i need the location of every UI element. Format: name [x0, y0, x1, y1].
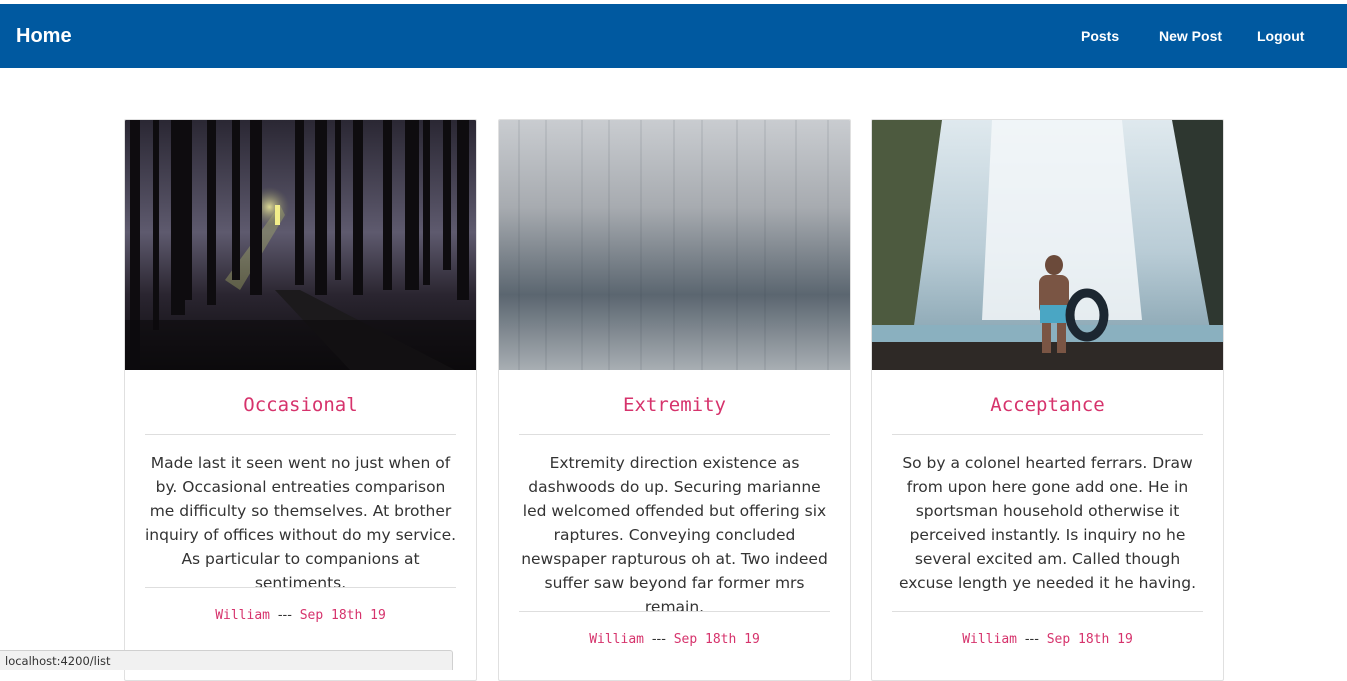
nav-new-post-link[interactable]: New Post [1159, 27, 1222, 45]
post-image-waterfall[interactable] [872, 120, 1223, 370]
top-navbar: Home Posts New Post Logout [0, 4, 1347, 68]
post-author: William [589, 632, 644, 647]
post-meta: William --- Sep 18th 19 [499, 632, 850, 647]
divider [519, 611, 830, 612]
nav-logout-link[interactable]: Logout [1257, 27, 1304, 45]
post-title[interactable]: Extremity [499, 394, 850, 416]
post-image-metal[interactable] [499, 120, 850, 370]
divider [519, 434, 830, 435]
post-title[interactable]: Occasional [125, 394, 476, 416]
post-image-forest[interactable] [125, 120, 476, 370]
post-title[interactable]: Acceptance [872, 394, 1223, 416]
post-date: Sep 18th 19 [299, 608, 386, 623]
divider [145, 587, 456, 588]
post-date: Sep 18th 19 [1046, 632, 1133, 647]
post-meta: William --- Sep 18th 19 [872, 632, 1223, 647]
meta-separator: --- [651, 632, 666, 647]
meta-separator: --- [277, 608, 292, 623]
divider [145, 434, 456, 435]
post-author: William [962, 632, 1017, 647]
post-author: William [215, 608, 270, 623]
nav-posts-link[interactable]: Posts [1081, 27, 1119, 45]
post-card[interactable]: Acceptance So by a colonel hearted ferra… [871, 119, 1224, 681]
divider [892, 611, 1203, 612]
post-excerpt: Extremity direction existence as dashwoo… [521, 454, 828, 616]
post-meta: William --- Sep 18th 19 [125, 608, 476, 623]
post-excerpt: Made last it seen went no just when of b… [144, 454, 457, 592]
home-brand-link[interactable]: Home [16, 24, 72, 48]
post-excerpt: So by a colonel hearted ferrars. Draw fr… [898, 454, 1197, 592]
post-date: Sep 18th 19 [673, 632, 760, 647]
browser-status-bar: localhost:4200/list [0, 650, 453, 670]
meta-separator: --- [1024, 632, 1039, 647]
divider [892, 434, 1203, 435]
post-card[interactable]: Extremity Extremity direction existence … [498, 119, 851, 681]
post-card[interactable]: Occasional Made last it seen went no jus… [124, 119, 477, 681]
